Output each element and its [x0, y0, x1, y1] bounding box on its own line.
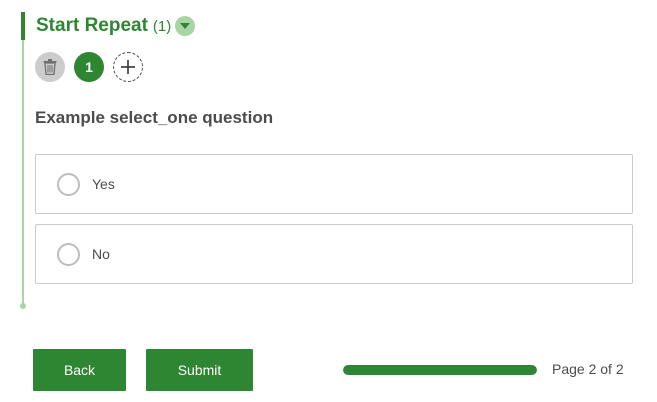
repeat-rail-end-dot	[20, 303, 26, 309]
progress-bar	[343, 365, 537, 375]
repeat-rail-line	[22, 40, 24, 305]
progress-fill	[343, 365, 537, 375]
repeat-header: Start Repeat (1)	[36, 13, 196, 39]
repeat-rail-marker	[21, 12, 25, 40]
repeat-title: Start Repeat	[36, 15, 148, 36]
choice-yes[interactable]: Yes	[35, 154, 633, 214]
record-1-button[interactable]: 1	[74, 52, 104, 82]
repeat-count: (1)	[152, 17, 172, 35]
caret-down-icon	[180, 22, 191, 29]
back-button[interactable]: Back	[33, 349, 126, 391]
question-label: Example select_one question	[35, 108, 274, 127]
plus-icon	[121, 60, 135, 74]
page-indicator: Page 2 of 2	[552, 361, 624, 377]
delete-record-button[interactable]	[35, 52, 65, 82]
radio-yes[interactable]	[57, 172, 80, 196]
add-record-button[interactable]	[113, 52, 143, 82]
choice-no[interactable]: No	[35, 224, 633, 284]
submit-button[interactable]: Submit	[146, 349, 253, 391]
trash-icon	[43, 59, 57, 75]
repeat-controls: 1	[35, 52, 143, 82]
radio-no[interactable]	[57, 242, 80, 266]
choice-label-yes: Yes	[92, 176, 115, 192]
collapse-toggle-button[interactable]	[175, 16, 196, 36]
choice-label-no: No	[92, 246, 110, 262]
